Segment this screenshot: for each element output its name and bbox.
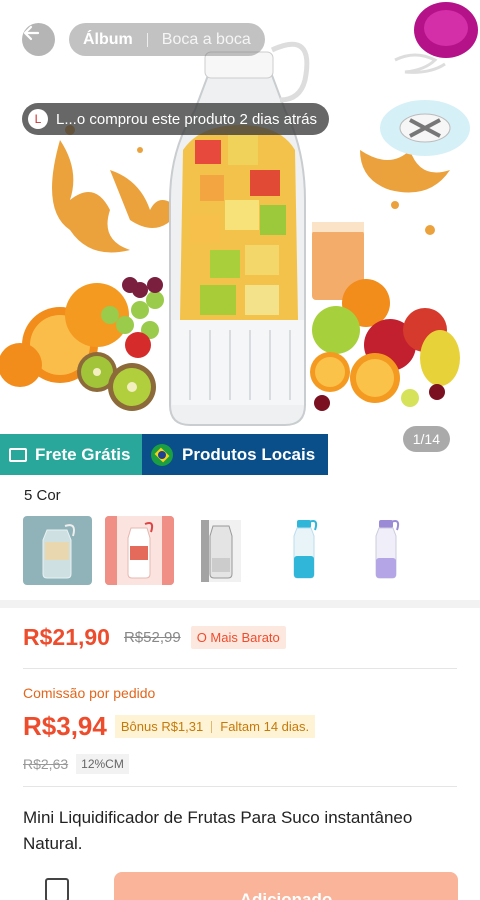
tab-separator bbox=[146, 32, 148, 47]
add-button[interactable]: Adicionado bbox=[114, 872, 458, 900]
media-tabs: Álbum Boca a boca bbox=[69, 23, 265, 56]
store-icon[interactable] bbox=[45, 878, 69, 900]
arrow-left-icon bbox=[23, 25, 40, 41]
blender-thumbnail bbox=[375, 520, 400, 579]
color-variant-thumb[interactable] bbox=[351, 516, 420, 585]
local-products-badge: Produtos Locais bbox=[142, 434, 328, 475]
blender-thumbnail bbox=[293, 520, 318, 579]
color-variant-thumb[interactable] bbox=[269, 516, 338, 585]
product-title: Mini Liquidificador de Frutas Para Suco … bbox=[23, 808, 413, 853]
divider bbox=[23, 786, 457, 787]
commission-old-value: R$2,63 bbox=[23, 756, 69, 772]
recent-purchase-toast: L L...o comprou este produto 2 dias atrá… bbox=[22, 103, 329, 135]
original-price: R$52,99 bbox=[123, 629, 181, 646]
blender-thumbnail bbox=[201, 520, 241, 582]
commission-old-row: R$2,63 12%CM bbox=[23, 754, 129, 774]
avatar: L bbox=[28, 109, 48, 129]
commission-label: Comissão por pedido bbox=[23, 685, 156, 701]
bonus-amount: Bônus R$1,31 bbox=[120, 719, 204, 734]
back-button[interactable] bbox=[22, 23, 55, 56]
tab-reviews[interactable]: Boca a boca bbox=[162, 31, 251, 49]
bonus-deadline: Faltam 14 dias. bbox=[220, 719, 310, 734]
tab-album[interactable]: Álbum bbox=[83, 31, 133, 49]
ticket-icon bbox=[9, 447, 27, 462]
bottom-action-bar: Adicionado bbox=[0, 868, 480, 900]
bonus-badge: Bônus R$1,31 Faltam 14 dias. bbox=[114, 715, 316, 738]
price-row: R$21,90 R$52,99 O Mais Barato bbox=[23, 624, 286, 651]
color-variant-thumb[interactable] bbox=[105, 516, 174, 585]
blender-thumbnail bbox=[42, 524, 75, 579]
commission-row: R$3,94 Bônus R$1,31 Faltam 14 dias. bbox=[23, 711, 316, 742]
image-counter: 1/14 bbox=[402, 426, 450, 452]
cheapest-tag: O Mais Barato bbox=[190, 626, 286, 649]
color-variant-list bbox=[23, 516, 420, 585]
blender-thumbnail bbox=[105, 516, 174, 585]
color-variant-thumb[interactable] bbox=[187, 516, 256, 585]
product-photo bbox=[0, 2, 478, 426]
commission-rate-tag: 12%CM bbox=[76, 754, 129, 774]
badge-row: Frete Grátis Produtos Locais bbox=[0, 434, 328, 475]
color-count-label: 5 Cor bbox=[24, 487, 61, 504]
product-image-gallery[interactable]: Álbum Boca a boca L L...o comprou este p… bbox=[0, 0, 480, 475]
divider bbox=[23, 668, 457, 669]
free-shipping-label: Frete Grátis bbox=[35, 444, 131, 464]
color-variant-thumb[interactable] bbox=[23, 516, 92, 585]
current-price: R$21,90 bbox=[23, 624, 110, 650]
section-divider bbox=[0, 600, 480, 608]
local-products-label: Produtos Locais bbox=[182, 444, 316, 464]
bonus-separator bbox=[211, 720, 213, 733]
commission-value: R$3,94 bbox=[23, 711, 107, 741]
free-shipping-badge: Frete Grátis bbox=[0, 434, 142, 475]
brazil-flag-icon bbox=[151, 443, 173, 466]
toast-message: L...o comprou este produto 2 dias atrás bbox=[56, 110, 317, 128]
